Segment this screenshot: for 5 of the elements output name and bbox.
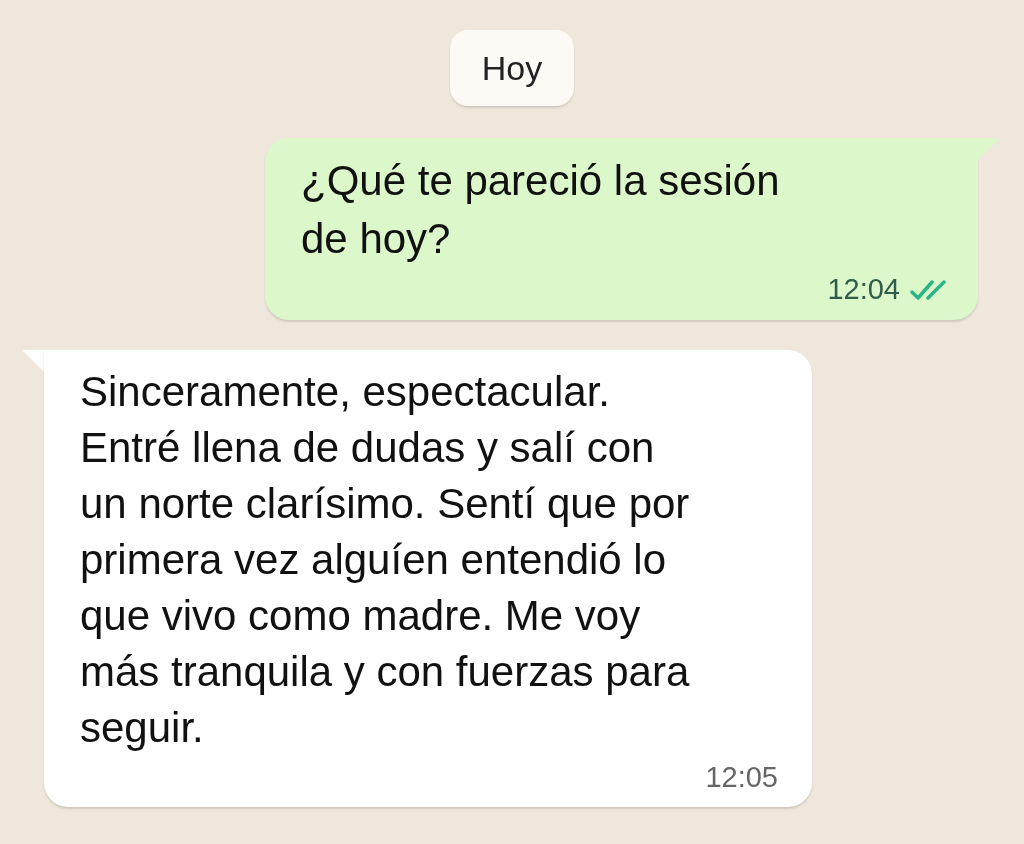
message-text: ¿Qué te pareció la sesión de hoy? (301, 156, 781, 264)
message-time: 12:04 (827, 272, 900, 307)
date-badge: Hoy (449, 30, 575, 106)
message-time: 12:05 (705, 759, 778, 795)
message-text: Sinceramente, espectacular. Entré llena de dudas y salí con un norte clarísimo. Sentí que por primera vez alguíen entendió lo que vivo como madre. Me voy más tranquila y con fuerzas para seguir. (80, 366, 691, 753)
